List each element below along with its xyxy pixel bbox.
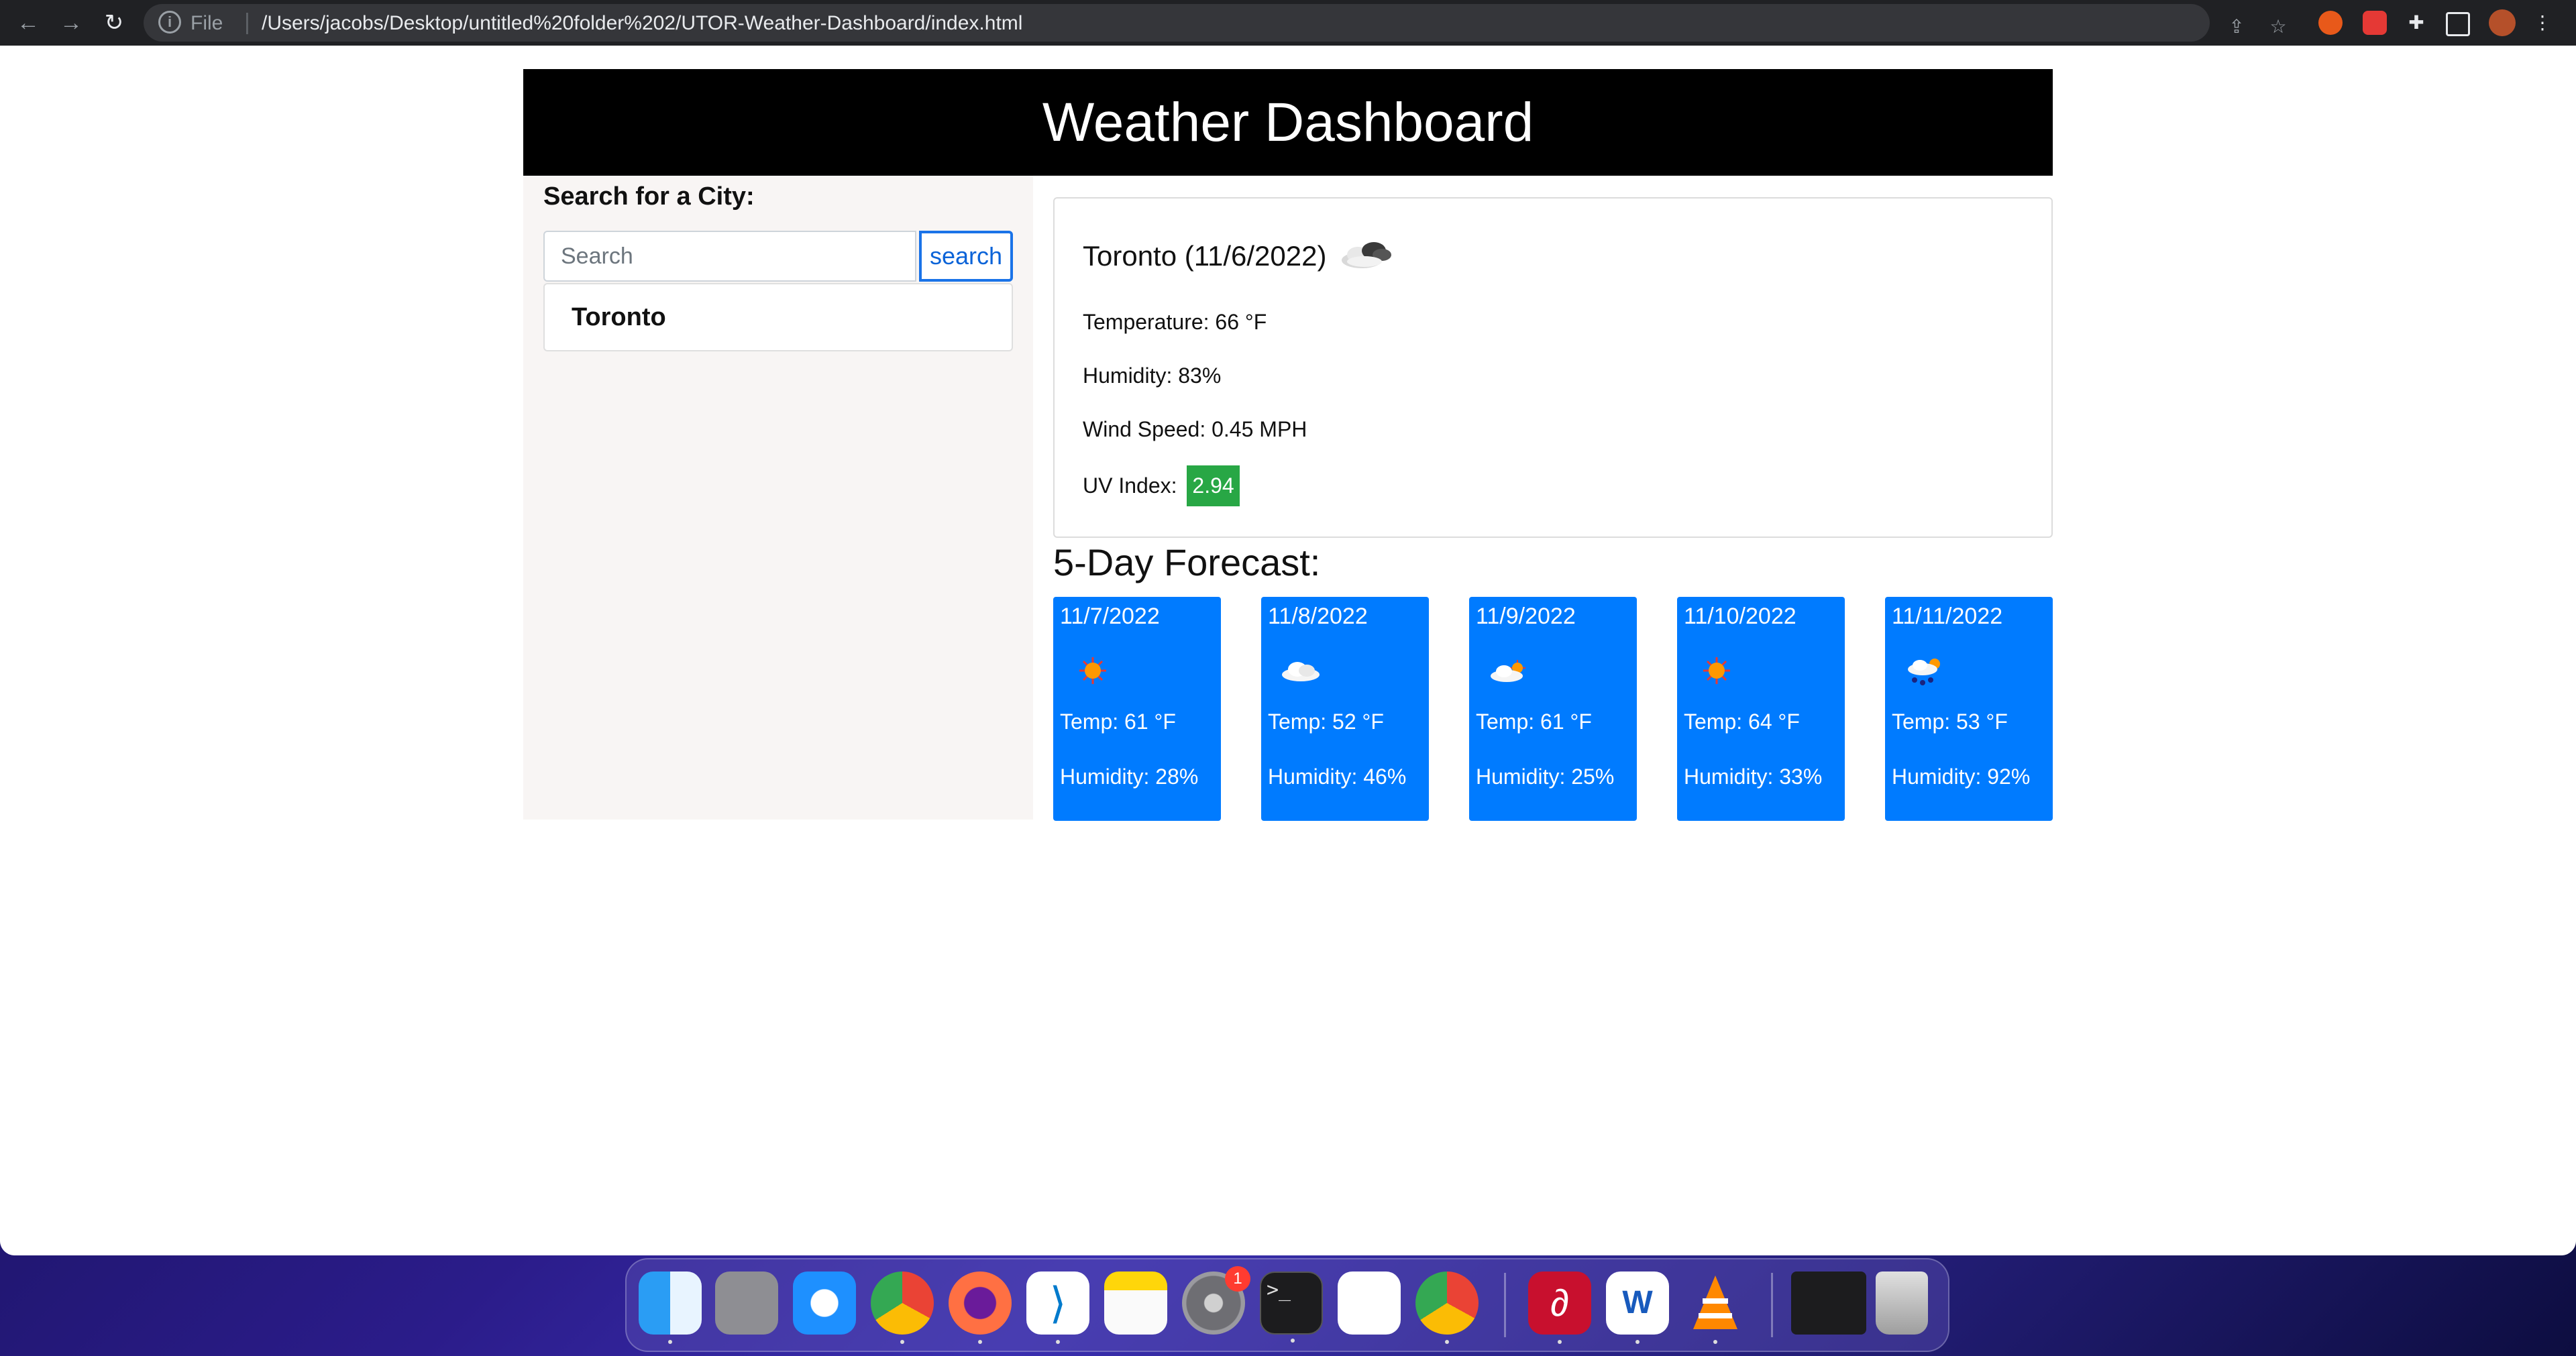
firefox-icon[interactable] bbox=[949, 1272, 1012, 1344]
browser-window: ← → ↻ i File | /Users/jacobs/Desktop/unt… bbox=[0, 0, 2576, 1255]
back-icon[interactable]: ← bbox=[12, 7, 44, 39]
forecast-temp: Temp: 61 °F bbox=[1476, 710, 1592, 734]
forecast-date: 11/8/2022 bbox=[1268, 604, 1368, 629]
word-icon[interactable]: W bbox=[1606, 1272, 1669, 1344]
current-temperature: Temperature: 66 °F bbox=[1083, 310, 1267, 334]
search-sidebar: Search for a City: search Toronto bbox=[523, 176, 1033, 820]
notes-icon[interactable] bbox=[1104, 1272, 1167, 1335]
slack-icon[interactable] bbox=[1338, 1272, 1401, 1335]
forward-icon[interactable]: → bbox=[55, 7, 87, 39]
cloud-icon bbox=[1282, 662, 1320, 681]
terminal-icon[interactable]: >_ bbox=[1260, 1272, 1323, 1343]
forecast-temp: Temp: 53 °F bbox=[1892, 710, 2008, 734]
forecast-temp: Temp: 64 °F bbox=[1684, 710, 1800, 734]
bookmark-star-icon[interactable]: ☆ bbox=[2265, 13, 2292, 40]
side-panel-icon[interactable] bbox=[2446, 12, 2470, 36]
cloudy-icon bbox=[1342, 242, 1391, 268]
url-text[interactable]: /Users/jacobs/Desktop/untitled%20folder%… bbox=[262, 12, 1022, 35]
forecast-date: 11/9/2022 bbox=[1476, 604, 1576, 629]
notification-badge: 1 bbox=[1225, 1266, 1250, 1292]
browser-toolbar: ← → ↻ i File | /Users/jacobs/Desktop/unt… bbox=[0, 0, 2576, 46]
sun-icon bbox=[1703, 657, 1730, 684]
url-separator: | bbox=[244, 9, 250, 35]
current-city-title: Toronto (11/6/2022) bbox=[1083, 240, 1327, 272]
forecast-date: 11/10/2022 bbox=[1684, 604, 1796, 629]
address-bar[interactable]: i File | /Users/jacobs/Desktop/untitled%… bbox=[144, 4, 2287, 42]
search-button[interactable]: search bbox=[919, 231, 1013, 282]
system-preferences-icon[interactable]: 1 bbox=[1182, 1266, 1250, 1335]
menu-kebab-icon[interactable]: ⋮ bbox=[2529, 9, 2556, 36]
forecast-heading: 5-Day Forecast: bbox=[1053, 541, 1321, 583]
forecast-humidity: Humidity: 92% bbox=[1892, 765, 2031, 789]
forecast-date: 11/11/2022 bbox=[1892, 604, 2003, 629]
minimized-window-icon[interactable] bbox=[1791, 1272, 1866, 1335]
forecast-card: 11/10/2022 Temp: 64 °F Humidity: 33% bbox=[1677, 597, 1845, 821]
current-humidity: Humidity: 83% bbox=[1083, 363, 1222, 388]
dock-separator bbox=[1771, 1273, 1773, 1337]
forecast-humidity: Humidity: 28% bbox=[1060, 765, 1199, 789]
finder-icon[interactable] bbox=[639, 1272, 702, 1344]
extension-red-icon[interactable] bbox=[2363, 11, 2387, 35]
dock-separator bbox=[1504, 1273, 1506, 1337]
history-city-label: Toronto bbox=[572, 303, 666, 331]
rain-icon bbox=[1908, 659, 1940, 685]
info-icon[interactable]: i bbox=[158, 11, 181, 34]
share-icon[interactable]: ⇪ bbox=[2223, 13, 2250, 40]
forecast-humidity: Humidity: 25% bbox=[1476, 765, 1615, 789]
partly-cloudy-icon bbox=[1491, 660, 1525, 682]
page-title: Weather Dashboard bbox=[1042, 92, 1534, 153]
profile-avatar[interactable] bbox=[2489, 9, 2516, 36]
forecast-temp: Temp: 61 °F bbox=[1060, 710, 1176, 734]
web-page: Weather Dashboard Search for a City: sea… bbox=[0, 46, 2576, 1255]
extensions-puzzle-icon[interactable]: ✚ bbox=[2403, 9, 2430, 36]
search-input[interactable] bbox=[543, 231, 916, 282]
safari-icon[interactable] bbox=[793, 1272, 856, 1335]
history-list-item[interactable]: Toronto bbox=[543, 283, 1013, 351]
current-uv-row: UV Index: 2.94 bbox=[1083, 465, 1240, 506]
reload-icon[interactable]: ↻ bbox=[98, 7, 130, 39]
vscode-icon[interactable]: ⟩ bbox=[1026, 1272, 1089, 1344]
current-wind-speed: Wind Speed: 0.45 MPH bbox=[1083, 417, 1307, 441]
forecast-temp: Temp: 52 °F bbox=[1268, 710, 1384, 734]
forecast-humidity: Humidity: 33% bbox=[1684, 765, 1823, 789]
forecast-card: 11/9/2022 Temp: 61 °F Humidity: 25% bbox=[1469, 597, 1637, 821]
extension-brave-icon[interactable] bbox=[2318, 11, 2343, 35]
forecast-card: 11/11/2022 Temp: 53 °F Humidity: 92% bbox=[1885, 597, 2053, 821]
uv-index-label: UV Index: bbox=[1083, 473, 1177, 498]
acrobat-icon[interactable]: ∂ bbox=[1528, 1272, 1591, 1344]
forecast-card: 11/7/2022 Temp: 61 °F Humidity: 28% bbox=[1053, 597, 1221, 821]
current-weather-card: Toronto (11/6/2022) Temperature: 66 °F H… bbox=[1053, 197, 2053, 538]
chrome-canary-icon[interactable] bbox=[1415, 1272, 1479, 1344]
vlc-icon[interactable] bbox=[1684, 1272, 1747, 1344]
trash-icon[interactable] bbox=[1876, 1272, 1928, 1335]
uv-index-badge: 2.94 bbox=[1187, 465, 1240, 506]
search-heading: Search for a City: bbox=[543, 182, 755, 211]
page-header: Weather Dashboard bbox=[523, 69, 2053, 176]
forecast-date: 11/7/2022 bbox=[1060, 604, 1160, 629]
chrome-icon[interactable] bbox=[871, 1272, 934, 1344]
url-scheme-label: File bbox=[191, 12, 223, 34]
sun-icon bbox=[1079, 657, 1106, 684]
launchpad-icon[interactable] bbox=[715, 1272, 778, 1335]
forecast-card: 11/8/2022 Temp: 52 °F Humidity: 46% bbox=[1261, 597, 1429, 821]
forecast-humidity: Humidity: 46% bbox=[1268, 765, 1407, 789]
dock: ⟩ 1 >_ ∂ W bbox=[625, 1258, 1949, 1352]
